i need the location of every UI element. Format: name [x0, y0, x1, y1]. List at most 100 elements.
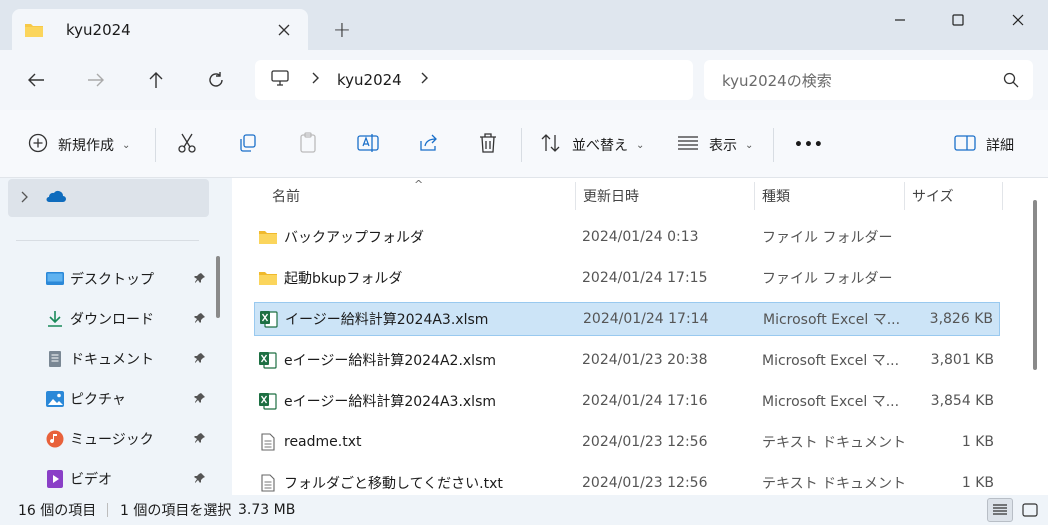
- column-header-name[interactable]: 名前: [264, 178, 574, 214]
- sidebar-item-documents[interactable]: ドキュメント: [0, 340, 210, 378]
- sidebar-item-videos[interactable]: ビデオ: [0, 460, 210, 495]
- sidebar-item-music[interactable]: ミュージック: [0, 420, 210, 458]
- status-divider: [107, 503, 108, 517]
- pin-icon[interactable]: [194, 312, 206, 328]
- file-size: 3,801 KB: [930, 352, 994, 368]
- file-type: Microsoft Excel マ...: [762, 394, 900, 410]
- copy-button[interactable]: [238, 132, 258, 158]
- excel-icon: [258, 391, 278, 411]
- minimize-button[interactable]: [870, 0, 930, 40]
- file-date: 2024/01/23 12:56: [582, 475, 708, 491]
- address-bar[interactable]: kyu2024: [255, 60, 693, 100]
- delete-button[interactable]: [478, 132, 498, 158]
- column-divider[interactable]: [1002, 182, 1003, 210]
- file-date: 2024/01/24 17:16: [582, 393, 708, 409]
- expand-chevron-icon[interactable]: [20, 191, 28, 206]
- chevron-down-icon: ⌄: [122, 139, 131, 151]
- sort-button[interactable]: 並べ替え ⌄: [540, 132, 644, 158]
- rename-icon: [357, 132, 379, 158]
- new-tab-button[interactable]: +: [330, 18, 354, 43]
- rename-button[interactable]: [357, 132, 379, 158]
- file-row[interactable]: フォルダごと移動してください.txt 2024/01/23 12:56 テキスト…: [254, 466, 1000, 495]
- paste-button[interactable]: [298, 132, 318, 158]
- pin-icon[interactable]: [194, 272, 206, 288]
- close-tab-icon[interactable]: [272, 18, 296, 42]
- maximize-button[interactable]: [928, 0, 988, 40]
- copy-icon: [238, 133, 258, 157]
- file-row[interactable]: eイージー給料計算2024A2.xlsm 2024/01/23 20:38 Mi…: [254, 343, 1000, 377]
- video-icon: [46, 470, 64, 488]
- pin-icon[interactable]: [194, 472, 206, 488]
- details-pane-button[interactable]: 詳細: [954, 132, 1014, 158]
- file-row[interactable]: 起動bkupフォルダ 2024/01/24 17:15 ファイル フォルダー: [254, 261, 1000, 295]
- file-type: Microsoft Excel マ...: [763, 312, 901, 328]
- command-bar: 新規作成 ⌄ 並べ替え ⌄ 表示 ⌄ ••• 詳細: [0, 110, 1048, 178]
- divider: [155, 128, 156, 162]
- selection-count: 1 個の項目を選択: [120, 503, 232, 519]
- folder-icon: [258, 227, 278, 247]
- sidebar-item-label: ビデオ: [70, 472, 112, 488]
- tiles-view-button[interactable]: [1017, 498, 1043, 522]
- file-name: eイージー給料計算2024A2.xlsm: [284, 353, 497, 369]
- clipboard-icon: [298, 132, 318, 158]
- trash-icon: [478, 132, 498, 158]
- up-button[interactable]: [138, 62, 174, 98]
- pin-icon[interactable]: [194, 432, 206, 448]
- file-row[interactable]: バックアップフォルダ 2024/01/24 0:13 ファイル フォルダー: [254, 220, 1000, 254]
- cut-button[interactable]: [177, 132, 197, 158]
- more-options-button[interactable]: •••: [794, 132, 824, 158]
- file-type: テキスト ドキュメント: [762, 476, 907, 492]
- file-date: 2024/01/24 0:13: [582, 229, 699, 245]
- file-size: 3,826 KB: [929, 311, 993, 327]
- file-date: 2024/01/23 12:56: [582, 434, 708, 450]
- tab-title: kyu2024: [66, 20, 131, 39]
- sidebar-item-label: ドキュメント: [70, 352, 154, 368]
- pin-icon[interactable]: [194, 352, 206, 368]
- view-button[interactable]: 表示 ⌄: [677, 132, 753, 158]
- file-type: Microsoft Excel マ...: [762, 353, 900, 369]
- sidebar-item-desktop[interactable]: デスクトップ: [0, 260, 210, 298]
- sidebar-item-onedrive[interactable]: [8, 179, 209, 217]
- sidebar-divider: [16, 240, 199, 241]
- sidebar-scrollbar[interactable]: [216, 256, 220, 318]
- file-type: ファイル フォルダー: [762, 271, 893, 287]
- address-row: kyu2024 kyu2024の検索: [0, 50, 1048, 110]
- file-row[interactable]: eイージー給料計算2024A3.xlsm 2024/01/24 17:16 Mi…: [254, 384, 1000, 418]
- column-header-size[interactable]: サイズ: [904, 178, 1000, 214]
- breadcrumb-chevron-icon[interactable]: [311, 72, 319, 88]
- view-label: 表示: [709, 138, 737, 154]
- sidebar-item-downloads[interactable]: ダウンロード: [0, 300, 210, 338]
- tab-kyu2024[interactable]: kyu2024: [12, 9, 308, 50]
- sidebar-item-pictures[interactable]: ピクチャ: [0, 380, 210, 418]
- new-button[interactable]: 新規作成 ⌄: [28, 132, 130, 158]
- close-window-button[interactable]: [988, 0, 1048, 40]
- file-list-scrollbar[interactable]: [1033, 200, 1037, 370]
- search-icon[interactable]: [1003, 72, 1019, 92]
- file-name: イージー給料計算2024A3.xlsm: [285, 312, 489, 328]
- text-file-icon: [258, 473, 278, 493]
- refresh-button[interactable]: [198, 62, 234, 98]
- details-view-button[interactable]: [987, 498, 1013, 522]
- back-button[interactable]: [18, 62, 54, 98]
- pin-icon[interactable]: [194, 392, 206, 408]
- file-row[interactable]: readme.txt 2024/01/23 12:56 テキスト ドキュメント …: [254, 425, 1000, 459]
- breadcrumb-kyu2024[interactable]: kyu2024: [337, 71, 402, 89]
- share-icon: [418, 133, 440, 157]
- forward-button[interactable]: [78, 62, 114, 98]
- new-label: 新規作成: [58, 138, 114, 154]
- search-input[interactable]: kyu2024の検索: [704, 60, 1033, 100]
- column-header-type[interactable]: 種類: [754, 178, 902, 214]
- share-button[interactable]: [418, 132, 440, 158]
- file-date: 2024/01/23 20:38: [582, 352, 708, 368]
- divider: [773, 128, 774, 162]
- divider: [521, 128, 522, 162]
- music-icon: [46, 430, 64, 448]
- excel-icon: [259, 309, 279, 329]
- scissors-icon: [177, 132, 197, 158]
- details-pane-icon: [954, 134, 976, 156]
- file-name: readme.txt: [284, 434, 362, 450]
- file-row-selected[interactable]: イージー給料計算2024A3.xlsm 2024/01/24 17:14 Mic…: [254, 302, 1000, 336]
- column-header-date[interactable]: 更新日時: [575, 178, 753, 214]
- chevron-down-icon: ⌄: [636, 139, 645, 151]
- breadcrumb-chevron-icon[interactable]: [420, 72, 428, 88]
